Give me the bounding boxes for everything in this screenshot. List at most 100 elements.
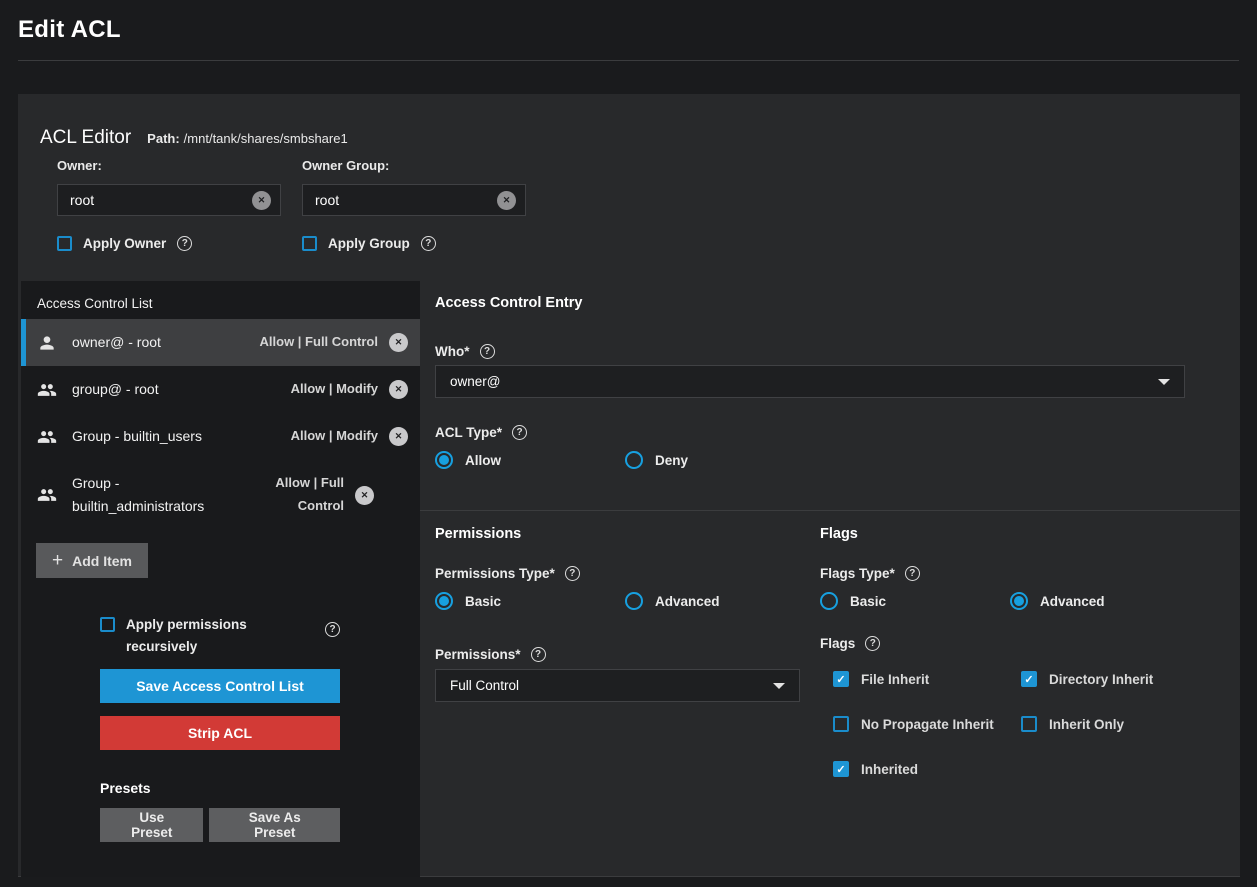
flag-label: File Inherit	[861, 672, 929, 687]
help-icon[interactable]	[531, 647, 546, 662]
checkbox-icon	[833, 671, 849, 687]
radio-icon	[625, 592, 643, 610]
owner-input[interactable]: root	[57, 184, 281, 216]
permissions-select[interactable]: Full Control	[435, 669, 800, 702]
flags-label: Flags	[820, 636, 855, 651]
owner-group-input[interactable]: root	[302, 184, 526, 216]
help-icon[interactable]	[865, 636, 880, 651]
flag-no-propagate-inherit-checkbox[interactable]: No Propagate Inherit	[820, 716, 1008, 732]
remove-icon[interactable]	[389, 380, 408, 399]
remove-icon[interactable]	[389, 427, 408, 446]
use-preset-button[interactable]: Use Preset	[100, 808, 203, 842]
flags-type-label: Flags Type*	[820, 566, 895, 581]
help-icon[interactable]	[421, 236, 436, 251]
acl-editor-title: ACL Editor	[40, 127, 131, 149]
remove-icon[interactable]	[389, 333, 408, 352]
acl-item-group[interactable]: group@ - root Allow | Modify	[21, 366, 420, 413]
acl-editor-card: ACL Editor Path: /mnt/tank/shares/smbshar…	[18, 94, 1240, 877]
radio-label: Deny	[655, 453, 688, 468]
header-divider	[18, 60, 1239, 61]
acl-type-allow-radio[interactable]: Allow	[435, 451, 625, 469]
flag-inherit-only-checkbox[interactable]: Inherit Only	[1008, 716, 1196, 732]
save-as-preset-button[interactable]: Save As Preset	[209, 808, 340, 842]
acl-item-builtin-administrators[interactable]: Group - builtin_administrators Allow | F…	[21, 460, 420, 530]
add-item-button[interactable]: Add Item	[36, 543, 148, 578]
page-title: Edit ACL	[18, 16, 1239, 44]
apply-owner-label: Apply Owner	[83, 236, 166, 251]
acl-item-owner[interactable]: owner@ - root Allow | Full Control	[21, 319, 420, 366]
flags-section: Flags Flags Type* Basic Advanced	[820, 526, 1224, 777]
clear-icon[interactable]	[497, 191, 516, 210]
who-select[interactable]: owner@	[435, 365, 1185, 398]
flag-label: Inherit Only	[1049, 717, 1124, 732]
apply-group-label: Apply Group	[328, 236, 410, 251]
group-icon	[37, 380, 59, 400]
permissions-section: Permissions Permissions Type* Basic Adva…	[435, 526, 820, 777]
acl-item-who: Group - builtin_users	[72, 425, 291, 448]
clear-icon[interactable]	[252, 191, 271, 210]
acl-type-label: ACL Type*	[435, 425, 502, 440]
apply-recursively-checkbox[interactable]	[100, 617, 115, 632]
flags-type-advanced-radio[interactable]: Advanced	[1010, 592, 1200, 610]
flags-type-basic-radio[interactable]: Basic	[820, 592, 1010, 610]
owner-group-input-value: root	[315, 192, 497, 208]
owner-label: Owner:	[57, 158, 281, 173]
plus-icon	[52, 551, 63, 570]
flag-label: No Propagate Inherit	[861, 717, 994, 732]
flag-file-inherit-checkbox[interactable]: File Inherit	[820, 671, 1008, 687]
presets-title: Presets	[100, 780, 340, 796]
help-icon[interactable]	[177, 236, 192, 251]
save-acl-button[interactable]: Save Access Control List	[100, 669, 340, 703]
who-select-value: owner@	[450, 374, 1158, 389]
owner-input-value: root	[70, 192, 252, 208]
radio-label: Advanced	[655, 594, 720, 609]
acl-item-perm: Allow | Full Control	[248, 472, 344, 518]
radio-label: Basic	[850, 594, 886, 609]
chevron-down-icon	[773, 683, 785, 689]
checkbox-icon	[833, 716, 849, 732]
flags-title: Flags	[820, 526, 1224, 542]
apply-recursively-label: Apply permissions recursively	[126, 614, 314, 659]
help-icon[interactable]	[480, 344, 495, 359]
path-label: Path:	[147, 131, 180, 146]
acl-item-perm: Allow | Full Control	[260, 331, 378, 354]
acl-item-perm: Allow | Modify	[291, 378, 378, 401]
help-icon[interactable]	[325, 622, 340, 637]
permissions-type-label: Permissions Type*	[435, 566, 555, 581]
who-label: Who*	[435, 344, 470, 359]
acl-editor-section: ACL Editor Path: /mnt/tank/shares/smbshar…	[18, 94, 1240, 281]
acl-item-who: Group - builtin_administrators	[72, 472, 248, 518]
permissions-label: Permissions*	[435, 647, 521, 662]
help-icon[interactable]	[512, 425, 527, 440]
checkbox-icon	[833, 761, 849, 777]
strip-acl-button[interactable]: Strip ACL	[100, 716, 340, 750]
group-icon	[37, 485, 59, 505]
radio-icon	[1010, 592, 1028, 610]
flag-directory-inherit-checkbox[interactable]: Directory Inherit	[1008, 671, 1196, 687]
ace-title: Access Control Entry	[435, 295, 1224, 311]
permissions-type-basic-radio[interactable]: Basic	[435, 592, 625, 610]
section-divider	[420, 510, 1240, 511]
acl-item-builtin-users[interactable]: Group - builtin_users Allow | Modify	[21, 413, 420, 460]
flag-inherited-checkbox[interactable]: Inherited	[820, 761, 1008, 777]
chevron-down-icon	[1158, 379, 1170, 385]
checkbox-icon	[1021, 671, 1037, 687]
path-value: /mnt/tank/shares/smbshare1	[184, 131, 348, 146]
owner-group-label: Owner Group:	[302, 158, 526, 173]
acl-type-deny-radio[interactable]: Deny	[625, 451, 815, 469]
access-control-entry-panel: Access Control Entry Who* owner@ ACL Typ…	[420, 281, 1240, 877]
permissions-title: Permissions	[435, 526, 820, 542]
remove-icon[interactable]	[355, 486, 374, 505]
acl-list-title: Access Control List	[21, 281, 420, 319]
apply-group-checkbox[interactable]	[302, 236, 317, 251]
acl-item-who: group@ - root	[72, 378, 291, 401]
help-icon[interactable]	[565, 566, 580, 581]
access-control-list-panel: Access Control List owner@ - root Allow …	[21, 281, 420, 877]
radio-icon	[625, 451, 643, 469]
apply-owner-checkbox[interactable]	[57, 236, 72, 251]
radio-label: Basic	[465, 594, 501, 609]
checkbox-icon	[1021, 716, 1037, 732]
flag-label: Inherited	[861, 762, 918, 777]
help-icon[interactable]	[905, 566, 920, 581]
permissions-type-advanced-radio[interactable]: Advanced	[625, 592, 815, 610]
